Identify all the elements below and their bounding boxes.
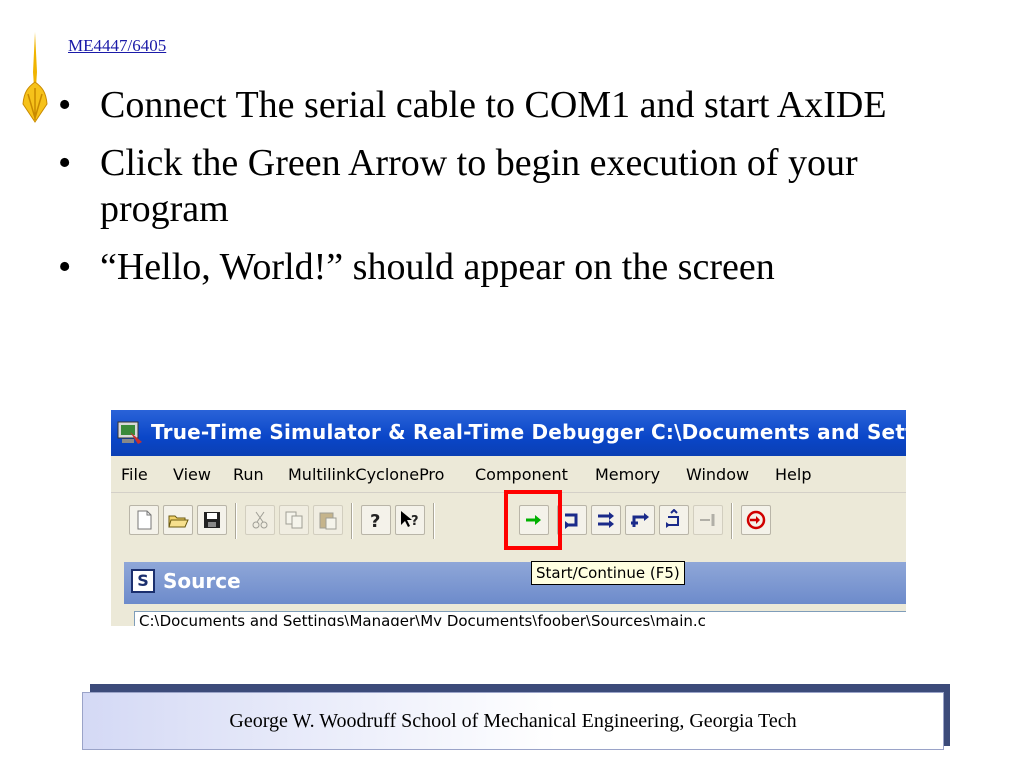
bullet-text: Click the Green Arrow to begin execution… bbox=[100, 142, 858, 230]
help-button[interactable]: ? bbox=[361, 505, 391, 535]
bullet-text: Connect The serial cable to COM1 and sta… bbox=[100, 84, 887, 126]
toolbar-separator bbox=[433, 503, 435, 539]
bullet-glyph: • bbox=[58, 142, 72, 184]
menu-view[interactable]: View bbox=[173, 465, 211, 484]
paste-icon bbox=[319, 512, 337, 530]
debugger-screenshot: True-Time Simulator & Real-Time Debugger… bbox=[111, 410, 906, 626]
debugger-app-icon bbox=[117, 421, 142, 444]
save-button[interactable] bbox=[197, 505, 227, 535]
menu-multilinkcyclonepro[interactable]: MultilinkCyclonePro bbox=[288, 465, 444, 484]
open-button[interactable] bbox=[163, 505, 193, 535]
mdi-border bbox=[111, 553, 124, 626]
footer-banner: George W. Woodruff School of Mechanical … bbox=[82, 692, 944, 750]
menu-memory[interactable]: Memory bbox=[595, 465, 660, 484]
assembly-step-icon bbox=[666, 509, 679, 528]
copy-button[interactable] bbox=[279, 505, 309, 535]
start-continue-tooltip: Start/Continue (F5) bbox=[531, 561, 685, 585]
toolbar-separator bbox=[235, 503, 237, 539]
halt-icon bbox=[700, 514, 715, 526]
step-out-icon bbox=[631, 513, 649, 527]
georgia-tech-flame-logo bbox=[22, 32, 48, 123]
start-button-highlight bbox=[504, 490, 562, 550]
course-code: ME4447/6405 bbox=[68, 36, 167, 55]
source-panel-titlebar: S Source bbox=[124, 562, 906, 604]
step-out-button[interactable] bbox=[625, 505, 655, 535]
bullet-glyph: • bbox=[58, 246, 72, 288]
window-titlebar: True-Time Simulator & Real-Time Debugger… bbox=[111, 410, 906, 456]
step-over-icon bbox=[598, 512, 614, 528]
menu-file[interactable]: File bbox=[121, 465, 148, 484]
save-icon bbox=[204, 512, 220, 528]
source-path-field: C:\Documents and Settings\Manager\My Doc… bbox=[134, 611, 906, 626]
svg-text:?: ? bbox=[370, 511, 380, 531]
menu-run[interactable]: Run bbox=[233, 465, 264, 484]
menu-component[interactable]: Component bbox=[475, 465, 568, 484]
assembly-step-button[interactable] bbox=[659, 505, 689, 535]
new-file-icon bbox=[137, 510, 152, 530]
menu-help[interactable]: Help bbox=[775, 465, 811, 484]
toolbar-separator bbox=[351, 503, 353, 539]
bullet-list: • Connect The serial cable to COM1 and st… bbox=[58, 82, 978, 302]
bullet-item: • “Hello, World!” should appear on the sc… bbox=[58, 244, 978, 290]
new-file-button[interactable] bbox=[129, 505, 159, 535]
toolbar-separator bbox=[731, 503, 733, 539]
menu-bar: File View Run MultilinkCyclonePro Compon… bbox=[111, 456, 906, 493]
help-icon: ? bbox=[370, 511, 380, 531]
step-over-button[interactable] bbox=[591, 505, 621, 535]
cut-button[interactable] bbox=[245, 505, 275, 535]
cut-icon bbox=[252, 511, 268, 529]
bullet-glyph: • bbox=[58, 84, 72, 126]
copy-icon bbox=[285, 511, 303, 529]
paste-button[interactable] bbox=[313, 505, 343, 535]
source-panel-title: Source bbox=[163, 569, 241, 593]
single-step-icon bbox=[565, 513, 578, 529]
bullet-item: • Click the Green Arrow to begin executio… bbox=[58, 140, 978, 232]
source-panel-icon: S bbox=[131, 569, 155, 593]
bullet-item: • Connect The serial cable to COM1 and st… bbox=[58, 82, 978, 128]
context-help-button[interactable]: ? bbox=[395, 505, 425, 535]
halt-button[interactable] bbox=[693, 505, 723, 535]
window-title: True-Time Simulator & Real-Time Debugger… bbox=[151, 420, 906, 444]
reset-icon bbox=[746, 510, 766, 530]
open-folder-icon bbox=[168, 515, 189, 528]
svg-text:?: ? bbox=[411, 514, 419, 529]
reset-button[interactable] bbox=[741, 505, 771, 535]
context-help-icon: ? bbox=[401, 511, 419, 529]
bullet-text: “Hello, World!” should appear on the scr… bbox=[100, 246, 775, 288]
menu-window[interactable]: Window bbox=[686, 465, 749, 484]
